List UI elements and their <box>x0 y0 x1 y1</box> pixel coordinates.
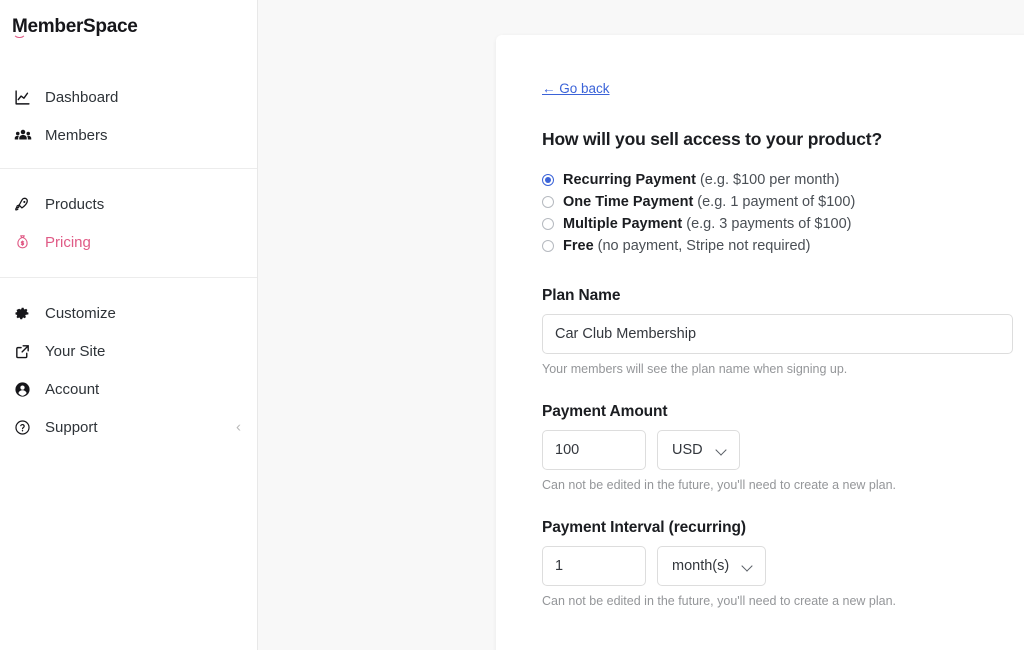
radio-option-title: One Time Payment <box>563 194 694 210</box>
logo-text: MemberSpace <box>12 16 138 37</box>
plan-name-field-block: Plan Name Your members will see the plan… <box>542 287 1024 376</box>
payment-type-radio-group: Recurring Payment (e.g. $100 per month) … <box>542 172 1024 254</box>
sidebar-item-label: Pricing <box>45 233 91 251</box>
payment-amount-field-block: Payment Amount USD Can not be edited in … <box>542 403 1024 492</box>
gear-icon <box>14 304 36 322</box>
sidebar-item-products[interactable]: Products <box>0 185 257 223</box>
chart-line-icon <box>14 88 36 106</box>
sidebar-item-pricing[interactable]: Pricing <box>0 223 257 261</box>
currency-select-value: USD <box>672 442 703 458</box>
sidebar-item-members[interactable]: Members <box>0 116 257 154</box>
plan-name-hint: Your members will see the plan name when… <box>542 362 848 376</box>
plan-name-input[interactable] <box>542 314 1013 354</box>
payment-interval-row: month(s) <box>542 546 1024 586</box>
chevron-down-icon <box>743 561 754 572</box>
sidebar-item-support[interactable]: Support ‹ <box>0 408 257 446</box>
external-link-icon <box>14 342 36 360</box>
payment-interval-hint: Can not be edited in the future, you'll … <box>542 594 897 608</box>
payment-interval-input[interactable] <box>542 546 646 586</box>
interval-unit-select[interactable]: month(s) <box>657 546 767 586</box>
sidebar-item-label: Support <box>45 418 98 436</box>
logo-wrapper: MemberSpace <box>0 0 257 74</box>
radio-option-recurring-payment[interactable]: Recurring Payment (e.g. $100 per month) <box>542 172 1024 188</box>
money-bag-icon <box>14 233 36 251</box>
sidebar-item-your-site[interactable]: Your Site <box>0 332 257 370</box>
interval-unit-select-value: month(s) <box>672 558 730 574</box>
go-back-link[interactable]: ← Go back <box>542 81 610 96</box>
chevron-down-icon <box>717 445 728 456</box>
radio-option-title: Recurring Payment <box>563 172 696 188</box>
sidebar-item-label: Your Site <box>45 342 106 360</box>
sidebar-collapse-button[interactable]: ‹ <box>236 420 241 435</box>
payment-amount-label: Payment Amount <box>542 403 668 420</box>
radio-indicator[interactable] <box>542 218 554 230</box>
payment-interval-field-block: Payment Interval (recurring) month(s) Ca… <box>542 519 1024 608</box>
sidebar-group-catalog: Products Pricing <box>0 168 257 277</box>
currency-select[interactable]: USD <box>657 430 740 470</box>
plan-form-card: ← Go back How will you sell access to yo… <box>496 35 1024 650</box>
sidebar: MemberSpace Dashboard Members Products P… <box>0 0 258 650</box>
sidebar-item-label: Customize <box>45 304 116 322</box>
rocket-icon <box>14 195 36 213</box>
payment-amount-hint: Can not be edited in the future, you'll … <box>542 478 897 492</box>
app-root: MemberSpace Dashboard Members Products P… <box>0 0 1024 650</box>
payment-interval-label: Payment Interval (recurring) <box>542 519 746 536</box>
radio-option-multiple-payment[interactable]: Multiple Payment (e.g. 3 payments of $10… <box>542 216 1024 232</box>
question-circle-icon <box>14 418 36 436</box>
sidebar-item-label: Dashboard <box>45 88 119 106</box>
sidebar-item-label: Account <box>45 380 100 398</box>
sidebar-group-main: Dashboard Members <box>0 74 257 168</box>
radio-option-note: (e.g. 3 payments of $100) <box>686 216 852 232</box>
user-circle-icon <box>14 380 36 398</box>
radio-option-free[interactable]: Free (no payment, Stripe not required) <box>542 238 1024 254</box>
radio-option-note: (e.g. $100 per month) <box>699 172 840 188</box>
radio-indicator[interactable] <box>542 196 554 208</box>
radio-option-title: Free <box>563 238 594 254</box>
radio-option-note: (no payment, Stripe not required) <box>597 238 811 254</box>
radio-option-one-time-payment[interactable]: One Time Payment (e.g. 1 payment of $100… <box>542 194 1024 210</box>
radio-indicator[interactable] <box>542 174 554 186</box>
sidebar-item-dashboard[interactable]: Dashboard <box>0 78 257 116</box>
sidebar-item-account[interactable]: Account <box>0 370 257 408</box>
payment-amount-row: USD <box>542 430 1024 470</box>
radio-option-title: Multiple Payment <box>563 216 683 232</box>
payment-amount-input[interactable] <box>542 430 646 470</box>
main-content: ← Go back How will you sell access to yo… <box>258 0 1024 650</box>
plan-name-label: Plan Name <box>542 287 621 304</box>
sidebar-group-settings: Customize Your Site Account Support ‹ <box>0 277 257 456</box>
page-title: How will you sell access to your product… <box>542 129 882 149</box>
users-group-icon <box>14 126 36 144</box>
sidebar-item-label: Products <box>45 195 105 213</box>
sidebar-item-label: Members <box>45 126 108 144</box>
sidebar-item-customize[interactable]: Customize <box>0 294 257 332</box>
radio-option-note: (e.g. 1 payment of $100) <box>697 194 856 210</box>
membersspace-logo[interactable]: MemberSpace <box>12 16 138 38</box>
radio-indicator[interactable] <box>542 240 554 252</box>
